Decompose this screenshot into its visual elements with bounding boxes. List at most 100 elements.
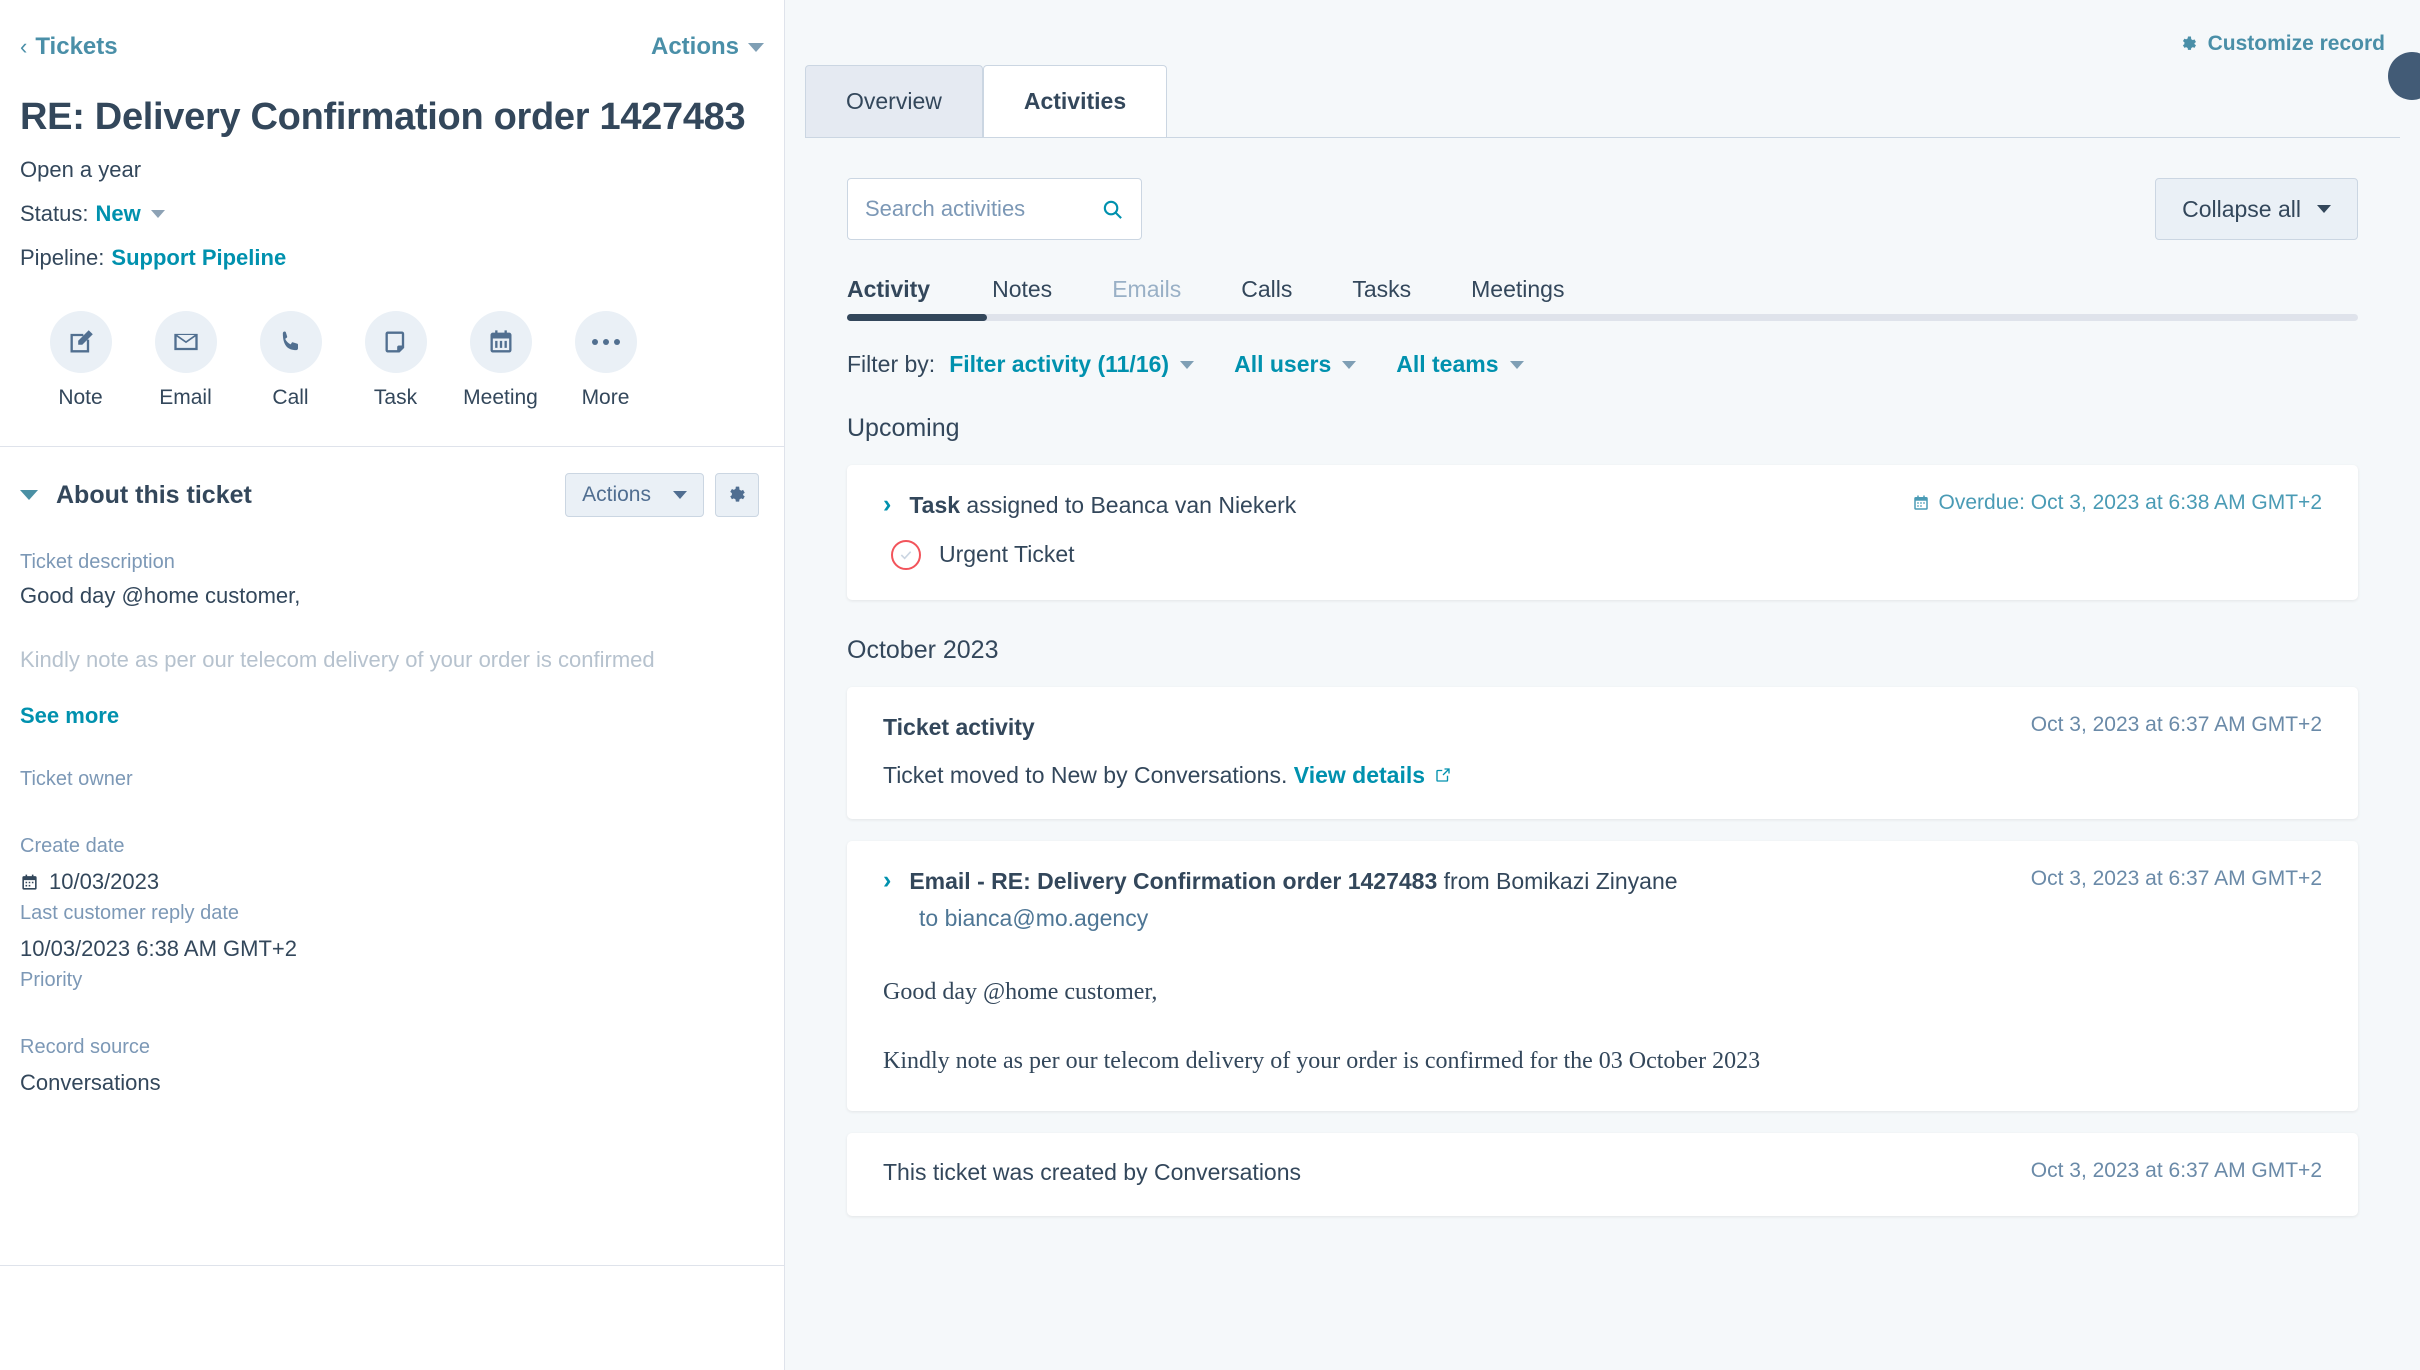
subtab-label: Calls — [1241, 276, 1293, 302]
quick-action-label: Meeting — [463, 386, 538, 409]
field-value[interactable]: 10/03/2023 6:38 AM GMT+2 — [20, 934, 764, 964]
quick-action-meeting[interactable]: Meeting — [448, 311, 553, 410]
chevron-down-icon — [2317, 205, 2331, 213]
tab-label: Activities — [1023, 88, 1127, 114]
task-activity-card[interactable]: › Task assigned to Beanca van Niekerk Ov… — [847, 465, 2358, 600]
ticket-activity-body-text: Ticket moved to New by Conversations. — [883, 761, 1288, 788]
quick-action-call[interactable]: Call — [238, 311, 343, 410]
subtab-label: Tasks — [1352, 276, 1412, 302]
field-value[interactable] — [20, 1001, 764, 1031]
card-header: › Email - RE: Delivery Confirmation orde… — [883, 866, 2322, 896]
section-october-header: October 2023 — [847, 635, 999, 664]
chevron-down-icon — [1180, 360, 1195, 369]
field-value-row[interactable]: 10/03/2023 — [20, 867, 764, 897]
note-icon — [49, 311, 112, 373]
subtab-label: Notes — [992, 276, 1053, 302]
field-ticket-description: Ticket description Good day @home custom… — [20, 551, 764, 729]
tab-activities[interactable]: Activities — [982, 65, 1168, 137]
collapse-all-button[interactable]: Collapse all — [2155, 178, 2358, 240]
email-card-time-text: Oct 3, 2023 at 6:37 AM GMT+2 — [2030, 866, 2322, 890]
quick-action-more[interactable]: More — [553, 311, 658, 410]
record-tabs: Overview Activities — [805, 65, 1168, 137]
chevron-right-icon[interactable]: › — [883, 491, 891, 518]
filter-teams-label: All teams — [1396, 351, 1499, 377]
record-actions-label: Actions — [650, 33, 739, 60]
filter-by-label: Filter by: — [847, 351, 936, 377]
field-value[interactable] — [20, 800, 764, 830]
see-more-link[interactable]: See more — [20, 703, 764, 729]
field-record-source: Record source Conversations — [20, 1036, 764, 1098]
pipeline-value-link[interactable]: Support Pipeline — [111, 245, 286, 271]
status-badge[interactable]: New — [95, 201, 140, 227]
email-card-timestamp: Oct 3, 2023 at 6:37 AM GMT+2 — [2031, 867, 2322, 891]
filter-teams-dropdown[interactable]: All teams — [1396, 351, 1524, 378]
quick-action-task[interactable]: Task — [343, 311, 448, 410]
ticket-sidebar: ‹ Tickets Actions RE: Delivery Confirmat… — [0, 0, 785, 1370]
subtab-label: Emails — [1112, 276, 1182, 302]
chevron-down-icon[interactable] — [20, 490, 38, 500]
external-link-icon — [1436, 768, 1450, 782]
filter-activity-dropdown[interactable]: Filter activity (11/16) — [949, 351, 1195, 378]
field-value: Good day @home customer, — [20, 583, 301, 608]
chevron-left-icon: ‹ — [20, 34, 28, 59]
search-activities-box[interactable] — [847, 178, 1142, 240]
ticket-created-card[interactable]: This ticket was created by Conversations… — [847, 1132, 2358, 1216]
filter-users-dropdown[interactable]: All users — [1234, 351, 1357, 378]
chevron-right-icon[interactable]: › — [883, 866, 891, 893]
activity-subtabs: Activity Notes Emails Calls Tasks Meetin… — [805, 240, 2400, 321]
search-row: Collapse all — [805, 138, 2400, 240]
gear-icon — [2182, 36, 2196, 50]
open-status-line: Open a year — [20, 157, 764, 183]
quick-action-email[interactable]: Email — [133, 311, 238, 410]
sidebar-bottom-divider — [0, 1265, 784, 1266]
customize-record-label: Customize record — [2207, 32, 2385, 55]
about-actions-label: Actions — [582, 483, 651, 506]
email-activity-card[interactable]: › Email - RE: Delivery Confirmation orde… — [847, 840, 2358, 1111]
record-actions-button[interactable]: Actions — [651, 33, 764, 61]
tab-overview[interactable]: Overview — [805, 65, 983, 137]
call-icon — [259, 311, 322, 373]
ticket-activity-body: Ticket moved to New by Conversations. Vi… — [883, 762, 2322, 789]
subtabs-scrollbar[interactable] — [847, 314, 2358, 321]
sidebar-header: ‹ Tickets Actions RE: Delivery Confirmat… — [0, 0, 784, 271]
back-to-tickets-link[interactable]: ‹ Tickets — [20, 33, 118, 61]
about-settings-button[interactable] — [715, 473, 759, 517]
filter-activity-label: Filter activity (11/16) — [949, 351, 1170, 377]
card-title-wrap: › Email - RE: Delivery Confirmation orde… — [883, 866, 1678, 896]
email-card-title-bold: Email - RE: Delivery Confirmation order … — [909, 867, 1438, 894]
ticket-activity-time-text: Oct 3, 2023 at 6:37 AM GMT+2 — [2030, 712, 2322, 736]
email-icon — [154, 311, 217, 373]
about-right: Actions — [565, 473, 759, 517]
customize-record-link[interactable]: Customize record — [2180, 32, 2385, 56]
task-card-title: Task assigned to Beanca van Niekerk — [909, 491, 1296, 520]
email-body-line-1: Good day @home customer, — [883, 979, 1158, 1006]
ticket-created-time-text: Oct 3, 2023 at 6:37 AM GMT+2 — [2030, 1158, 2322, 1182]
email-card-title: Email - RE: Delivery Confirmation order … — [909, 867, 1677, 896]
activities-content: Collapse all Activity Notes Emails Calls — [805, 138, 2400, 1370]
status-label: Status: — [20, 201, 89, 226]
email-body-line-2: Kindly note as per our telecom delivery … — [883, 1048, 1761, 1075]
chevron-down-icon — [748, 42, 764, 52]
ticket-created-timestamp: Oct 3, 2023 at 6:37 AM GMT+2 — [2031, 1159, 2322, 1183]
search-input[interactable] — [865, 196, 1090, 222]
view-details-link[interactable]: View details — [1294, 762, 1452, 789]
section-upcoming-header: Upcoming — [847, 414, 960, 442]
task-name: Urgent Ticket — [939, 541, 1075, 568]
field-label: Last customer reply date — [20, 902, 239, 924]
chevron-down-icon[interactable] — [150, 210, 165, 218]
task-card-time-text: Overdue: Oct 3, 2023 at 6:38 AM GMT+2 — [1938, 491, 2322, 514]
activities-panel: Customize record Overview Activities Col… — [785, 0, 2420, 1370]
avatar[interactable] — [2388, 52, 2420, 100]
quick-action-note[interactable]: Note — [28, 311, 133, 410]
ticket-activity-card[interactable]: Ticket activity Oct 3, 2023 at 6:37 AM G… — [847, 686, 2358, 819]
task-complete-checkbox[interactable] — [891, 539, 921, 570]
scrollbar-thumb[interactable] — [847, 314, 987, 321]
about-actions-button[interactable]: Actions — [565, 473, 704, 517]
ticket-activity-title: Ticket activity — [883, 713, 1035, 742]
email-body: Good day @home customer, Kindly note as … — [883, 974, 2322, 1080]
back-link-label: Tickets — [35, 33, 118, 60]
field-value[interactable]: Conversations — [20, 1068, 764, 1098]
task-card-timestamp: Overdue: Oct 3, 2023 at 6:38 AM GMT+2 — [1912, 491, 2322, 515]
upcoming-cards: › Task assigned to Beanca van Niekerk Ov… — [805, 465, 2400, 600]
